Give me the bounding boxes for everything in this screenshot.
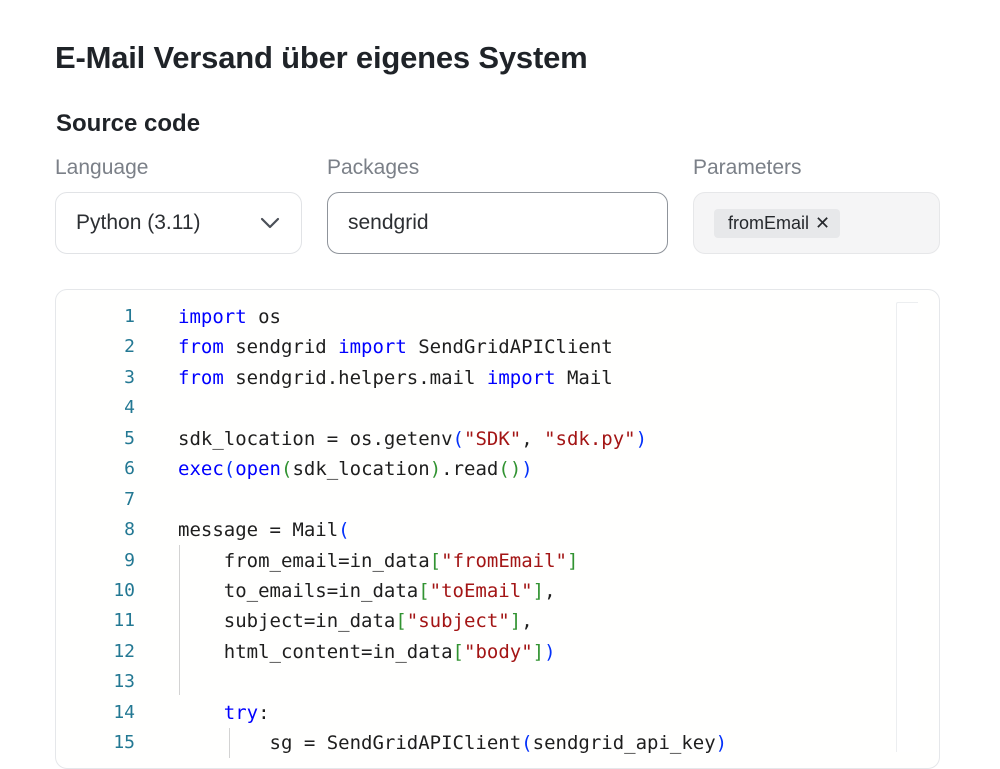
code-text: message = Mail( — [178, 519, 350, 542]
code-line: 2 from sendgrid import SendGridAPIClient — [55, 332, 895, 362]
line-number: 3 — [124, 366, 135, 388]
line-number: 13 — [113, 671, 135, 693]
code-line: 10 to_emails=in_data["toEmail"], — [55, 576, 895, 606]
language-select[interactable]: Python (3.11) — [55, 192, 302, 254]
page-title: E-Mail Versand über eigenes System — [55, 40, 588, 75]
line-number: 15 — [113, 732, 135, 754]
language-label: Language — [55, 156, 149, 179]
code-text: try: — [223, 701, 270, 724]
code-text: from sendgrid.helpers.mail import Mail — [178, 366, 613, 389]
parameters-label: Parameters — [693, 156, 802, 179]
line-number: 11 — [113, 610, 135, 632]
parameter-chip: fromEmail ✕ — [714, 208, 841, 238]
line-number: 5 — [124, 427, 135, 449]
line-number: 4 — [124, 397, 135, 419]
line-number: 6 — [124, 458, 135, 480]
code-line: 6 exec(open(sdk_location).read()) — [55, 454, 895, 484]
close-icon[interactable]: ✕ — [815, 214, 830, 232]
code-text: import os — [178, 306, 281, 328]
code-lines[interactable]: 1 import os 2 from sendgrid import SendGrid… — [55, 302, 895, 759]
code-line: 12 html_content=in_data["body"]) — [55, 637, 895, 667]
packages-input[interactable] — [327, 192, 668, 254]
code-line: 1 import os — [55, 302, 895, 332]
code-text: subject=in_data["subject"], — [178, 610, 533, 633]
code-line: 13 — [55, 667, 895, 697]
language-value: Python (3.11) — [76, 211, 201, 234]
line-number: 10 — [113, 579, 135, 601]
code-line: 8 message = Mail( — [55, 515, 895, 545]
code-line: 9 from_email=in_data["fromEmail"] — [55, 546, 895, 576]
line-number: 7 — [124, 488, 135, 510]
code-line: 14 try: — [55, 698, 895, 728]
packages-label: Packages — [327, 156, 420, 179]
line-number: 12 — [113, 640, 135, 662]
code-text: from_email=in_data["fromEmail"] — [178, 549, 579, 572]
code-line: 5 sdk_location = os.getenv("SDK", "sdk.py… — [55, 424, 895, 454]
code-text: to_emails=in_data["toEmail"], — [178, 579, 556, 602]
code-line: 3 from sendgrid.helpers.mail import Mail — [55, 363, 895, 393]
editor-scrollbar[interactable] — [896, 302, 918, 752]
code-text: from sendgrid import SendGridAPIClient — [178, 336, 613, 359]
line-number: 8 — [124, 519, 135, 541]
code-line: 7 — [55, 485, 895, 515]
section-title: Source code — [56, 110, 201, 137]
line-number: 1 — [124, 306, 135, 327]
code-text: exec(open(sdk_location).read()) — [178, 458, 533, 481]
code-line: 15 sg = SendGridAPIClient(sendgrid_api_k… — [55, 728, 895, 758]
code-line: 4 — [55, 393, 895, 423]
parameter-chip-label: fromEmail — [728, 212, 810, 233]
code-line: 11 subject=in_data["subject"], — [55, 606, 895, 636]
parameters-field[interactable]: fromEmail ✕ — [693, 192, 940, 254]
code-text: sdk_location = os.getenv("SDK", "sdk.py"… — [178, 427, 648, 450]
code-text: html_content=in_data["body"]) — [178, 640, 556, 663]
code-text: sg = SendGridAPIClient(sendgrid_api_key) — [178, 732, 728, 755]
line-number: 9 — [124, 549, 135, 571]
chevron-down-icon — [259, 212, 281, 234]
line-number: 2 — [124, 336, 135, 358]
line-number: 14 — [113, 701, 135, 723]
